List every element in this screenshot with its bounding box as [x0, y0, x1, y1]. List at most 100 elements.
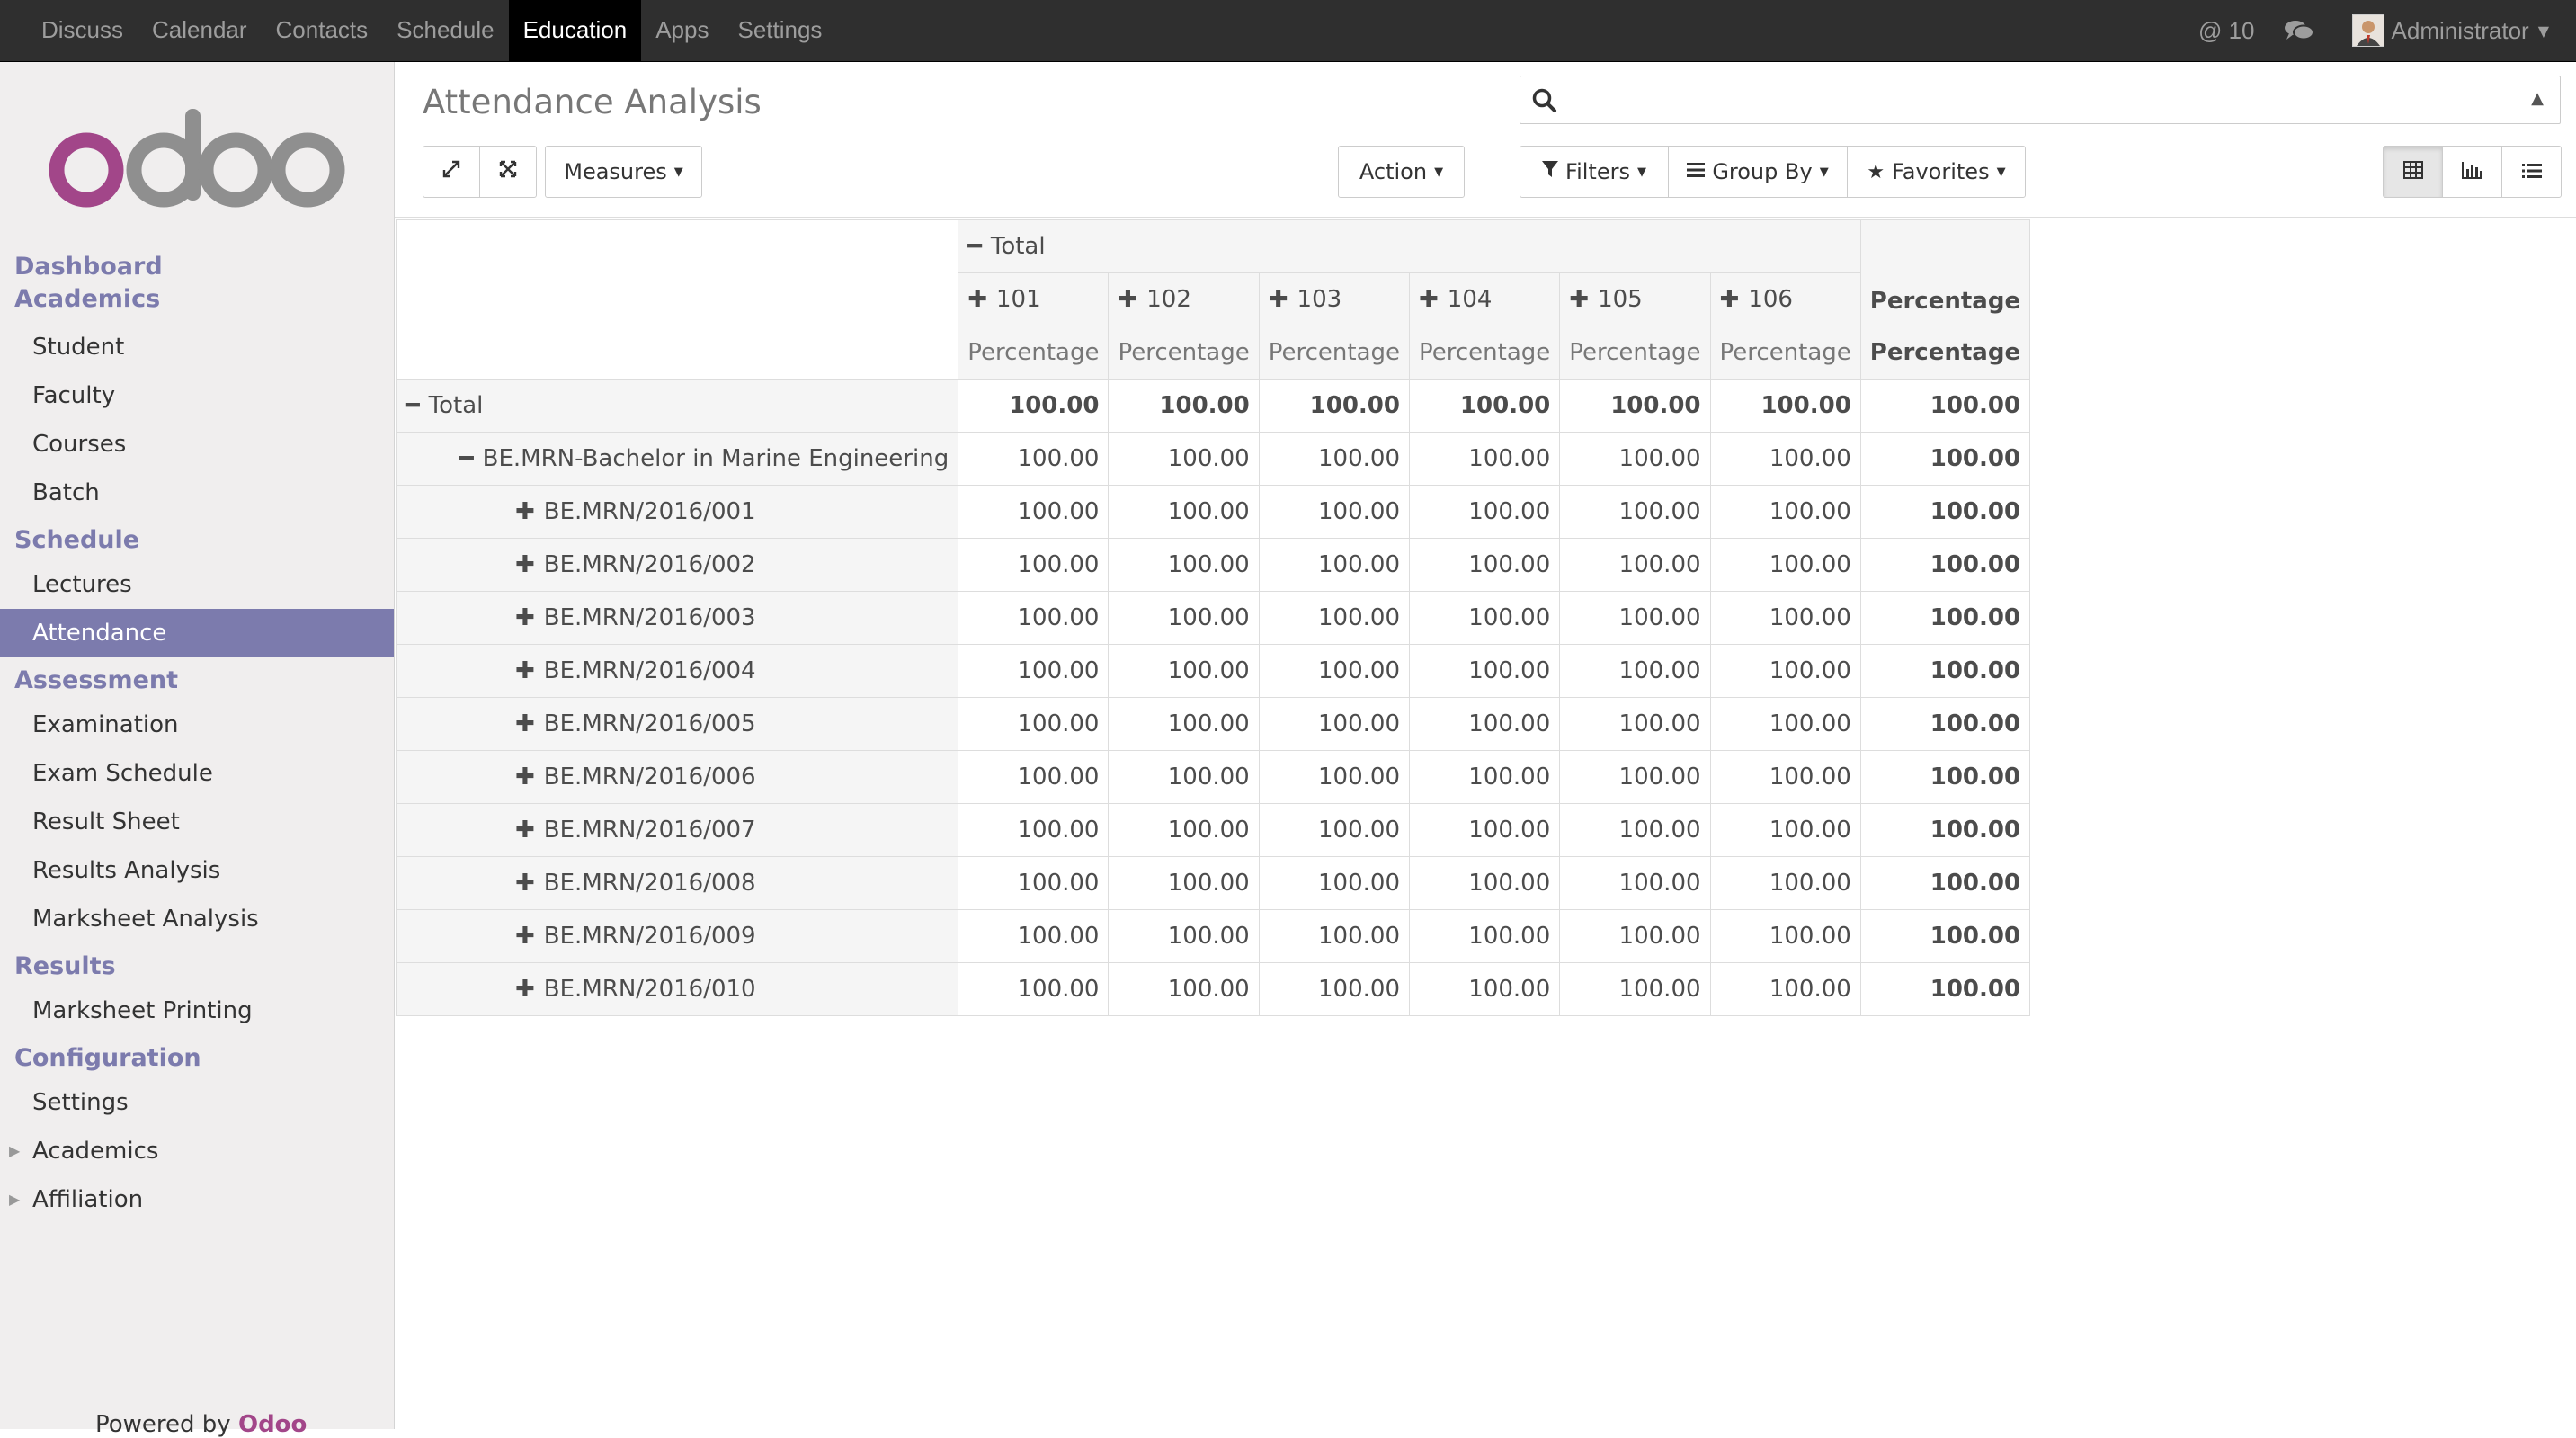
cell-row-total[interactable]: 100.00 [1859, 909, 2031, 963]
section-schedule[interactable]: Schedule [0, 524, 394, 557]
measures-dropdown[interactable]: Measures ▼ [545, 146, 702, 198]
row-header[interactable]: ✚ BE.MRN/2016/004 [395, 644, 959, 698]
cell-value[interactable]: 100.00 [1408, 750, 1561, 804]
row-header[interactable]: ✚ BE.MRN/2016/003 [395, 591, 959, 645]
cell-value[interactable]: 100.00 [1709, 750, 1861, 804]
cell-value[interactable]: 100.00 [1258, 591, 1411, 645]
cell-value[interactable]: 100.00 [958, 697, 1110, 751]
sidebar-item-results-analysis[interactable]: Results Analysis [0, 846, 394, 895]
row-header[interactable]: ✚ BE.MRN/2016/008 [395, 856, 959, 910]
cell-value[interactable]: 100.00 [1108, 644, 1260, 698]
cell-value[interactable]: 100.00 [1559, 856, 1711, 910]
cell-row-total[interactable]: 100.00 [1859, 379, 2031, 433]
row-header[interactable]: ━ BE.MRN-Bachelor in Marine Engineering [395, 432, 959, 486]
graph-view-button[interactable] [2442, 146, 2502, 198]
cell-value[interactable]: 100.00 [1408, 591, 1561, 645]
cell-value[interactable]: 100.00 [1709, 644, 1861, 698]
cell-row-total[interactable]: 100.00 [1859, 591, 2031, 645]
row-header[interactable]: ✚ BE.MRN/2016/006 [395, 750, 959, 804]
cell-value[interactable]: 100.00 [1258, 750, 1411, 804]
fullscreen-button[interactable] [479, 146, 537, 198]
caret-right-icon[interactable]: ▶ [9, 1127, 20, 1175]
col-header-105[interactable]: ✚ 105 [1559, 272, 1711, 326]
expand-all-button[interactable] [423, 146, 480, 198]
cell-value[interactable]: 100.00 [1559, 485, 1711, 539]
measure-header[interactable]: Percentage [1559, 326, 1711, 380]
cell-value[interactable]: 100.00 [958, 644, 1110, 698]
cell-value[interactable]: 100.00 [958, 803, 1110, 857]
filters-dropdown[interactable]: Filters ▼ [1520, 146, 1669, 198]
sidebar-item-marksheet-analysis[interactable]: Marksheet Analysis [0, 895, 394, 943]
cell-value[interactable]: 100.00 [958, 432, 1110, 486]
measure-header[interactable]: Percentage [958, 326, 1110, 380]
col-header-102[interactable]: ✚ 102 [1108, 272, 1260, 326]
cell-value[interactable]: 100.00 [958, 856, 1110, 910]
cell-value[interactable]: 100.00 [1108, 803, 1260, 857]
favorites-dropdown[interactable]: ★ Favorites ▼ [1847, 146, 2026, 198]
measure-header-total[interactable]: Percentage [1859, 326, 2031, 380]
cell-value[interactable]: 100.00 [1108, 591, 1260, 645]
sidebar-item-faculty[interactable]: Faculty [0, 371, 394, 420]
cell-value[interactable]: 100.00 [1408, 644, 1561, 698]
cell-value[interactable]: 100.00 [1559, 591, 1711, 645]
cell-value[interactable]: 100.00 [1408, 379, 1561, 433]
cell-value[interactable]: 100.00 [958, 591, 1110, 645]
measure-header[interactable]: Percentage [1408, 326, 1561, 380]
cell-row-total[interactable]: 100.00 [1859, 803, 2031, 857]
cell-value[interactable]: 100.00 [1108, 750, 1260, 804]
cell-value[interactable]: 100.00 [1408, 697, 1561, 751]
user-name[interactable]: Administrator [2392, 17, 2529, 45]
cell-value[interactable]: 100.00 [1559, 644, 1711, 698]
sidebar-item-lectures[interactable]: Lectures [0, 560, 394, 609]
cell-value[interactable]: 100.00 [1108, 856, 1260, 910]
menu-calendar[interactable]: Calendar [138, 0, 262, 61]
cell-value[interactable]: 100.00 [958, 909, 1110, 963]
col-header-106[interactable]: ✚ 106 [1709, 272, 1861, 326]
cell-value[interactable]: 100.00 [1559, 697, 1711, 751]
search-options-toggle-icon[interactable]: ▲ [2531, 89, 2544, 108]
menu-apps[interactable]: Apps [641, 0, 723, 61]
search-bar[interactable]: ▲ [1520, 76, 2561, 124]
sidebar-item-attendance[interactable]: Attendance [0, 609, 394, 657]
menu-contacts[interactable]: Contacts [262, 0, 383, 61]
cell-value[interactable]: 100.00 [1559, 750, 1711, 804]
cell-value[interactable]: 100.00 [1408, 538, 1561, 592]
measure-header[interactable]: Percentage [1709, 326, 1861, 380]
col-header-101[interactable]: ✚ 101 [958, 272, 1110, 326]
col-header-104[interactable]: ✚ 104 [1408, 272, 1561, 326]
caret-right-icon[interactable]: ▶ [9, 1175, 20, 1224]
cell-value[interactable]: 100.00 [1258, 909, 1411, 963]
cell-row-total[interactable]: 100.00 [1859, 432, 2031, 486]
cell-value[interactable]: 100.00 [1108, 485, 1260, 539]
cell-row-total[interactable]: 100.00 [1859, 750, 2031, 804]
cell-value[interactable]: 100.00 [1258, 962, 1411, 1016]
cell-value[interactable]: 100.00 [958, 750, 1110, 804]
sidebar-item-marksheet-printing[interactable]: Marksheet Printing [0, 987, 394, 1035]
measure-header[interactable]: Percentage [1108, 326, 1260, 380]
cell-value[interactable]: 100.00 [1709, 697, 1861, 751]
cell-value[interactable]: 100.00 [1709, 909, 1861, 963]
sidebar-item-batch[interactable]: Batch [0, 469, 394, 517]
cell-value[interactable]: 100.00 [1258, 485, 1411, 539]
sidebar-item-student[interactable]: Student [0, 323, 394, 371]
cell-value[interactable]: 100.00 [1258, 697, 1411, 751]
section-results[interactable]: Results [0, 951, 394, 983]
cell-value[interactable]: 100.00 [1709, 379, 1861, 433]
cell-value[interactable]: 100.00 [1258, 856, 1411, 910]
col-header-total[interactable]: ━ Total [958, 219, 1861, 273]
cell-value[interactable]: 100.00 [1559, 962, 1711, 1016]
cell-value[interactable]: 100.00 [1108, 962, 1260, 1016]
cell-value[interactable]: 100.00 [1258, 803, 1411, 857]
cell-value[interactable]: 100.00 [1108, 432, 1260, 486]
cell-value[interactable]: 100.00 [1408, 909, 1561, 963]
cell-value[interactable]: 100.00 [1258, 538, 1411, 592]
cell-value[interactable]: 100.00 [958, 485, 1110, 539]
chevron-down-icon[interactable]: ▼ [2538, 22, 2549, 40]
cell-value[interactable]: 100.00 [1108, 379, 1260, 433]
action-dropdown[interactable]: Action ▼ [1338, 146, 1465, 198]
sidebar-item-exam-schedule[interactable]: Exam Schedule [0, 749, 394, 798]
row-header[interactable]: ✚ BE.MRN/2016/007 [395, 803, 959, 857]
cell-row-total[interactable]: 100.00 [1859, 962, 2031, 1016]
menu-discuss[interactable]: Discuss [27, 0, 138, 61]
menu-schedule[interactable]: Schedule [382, 0, 508, 61]
